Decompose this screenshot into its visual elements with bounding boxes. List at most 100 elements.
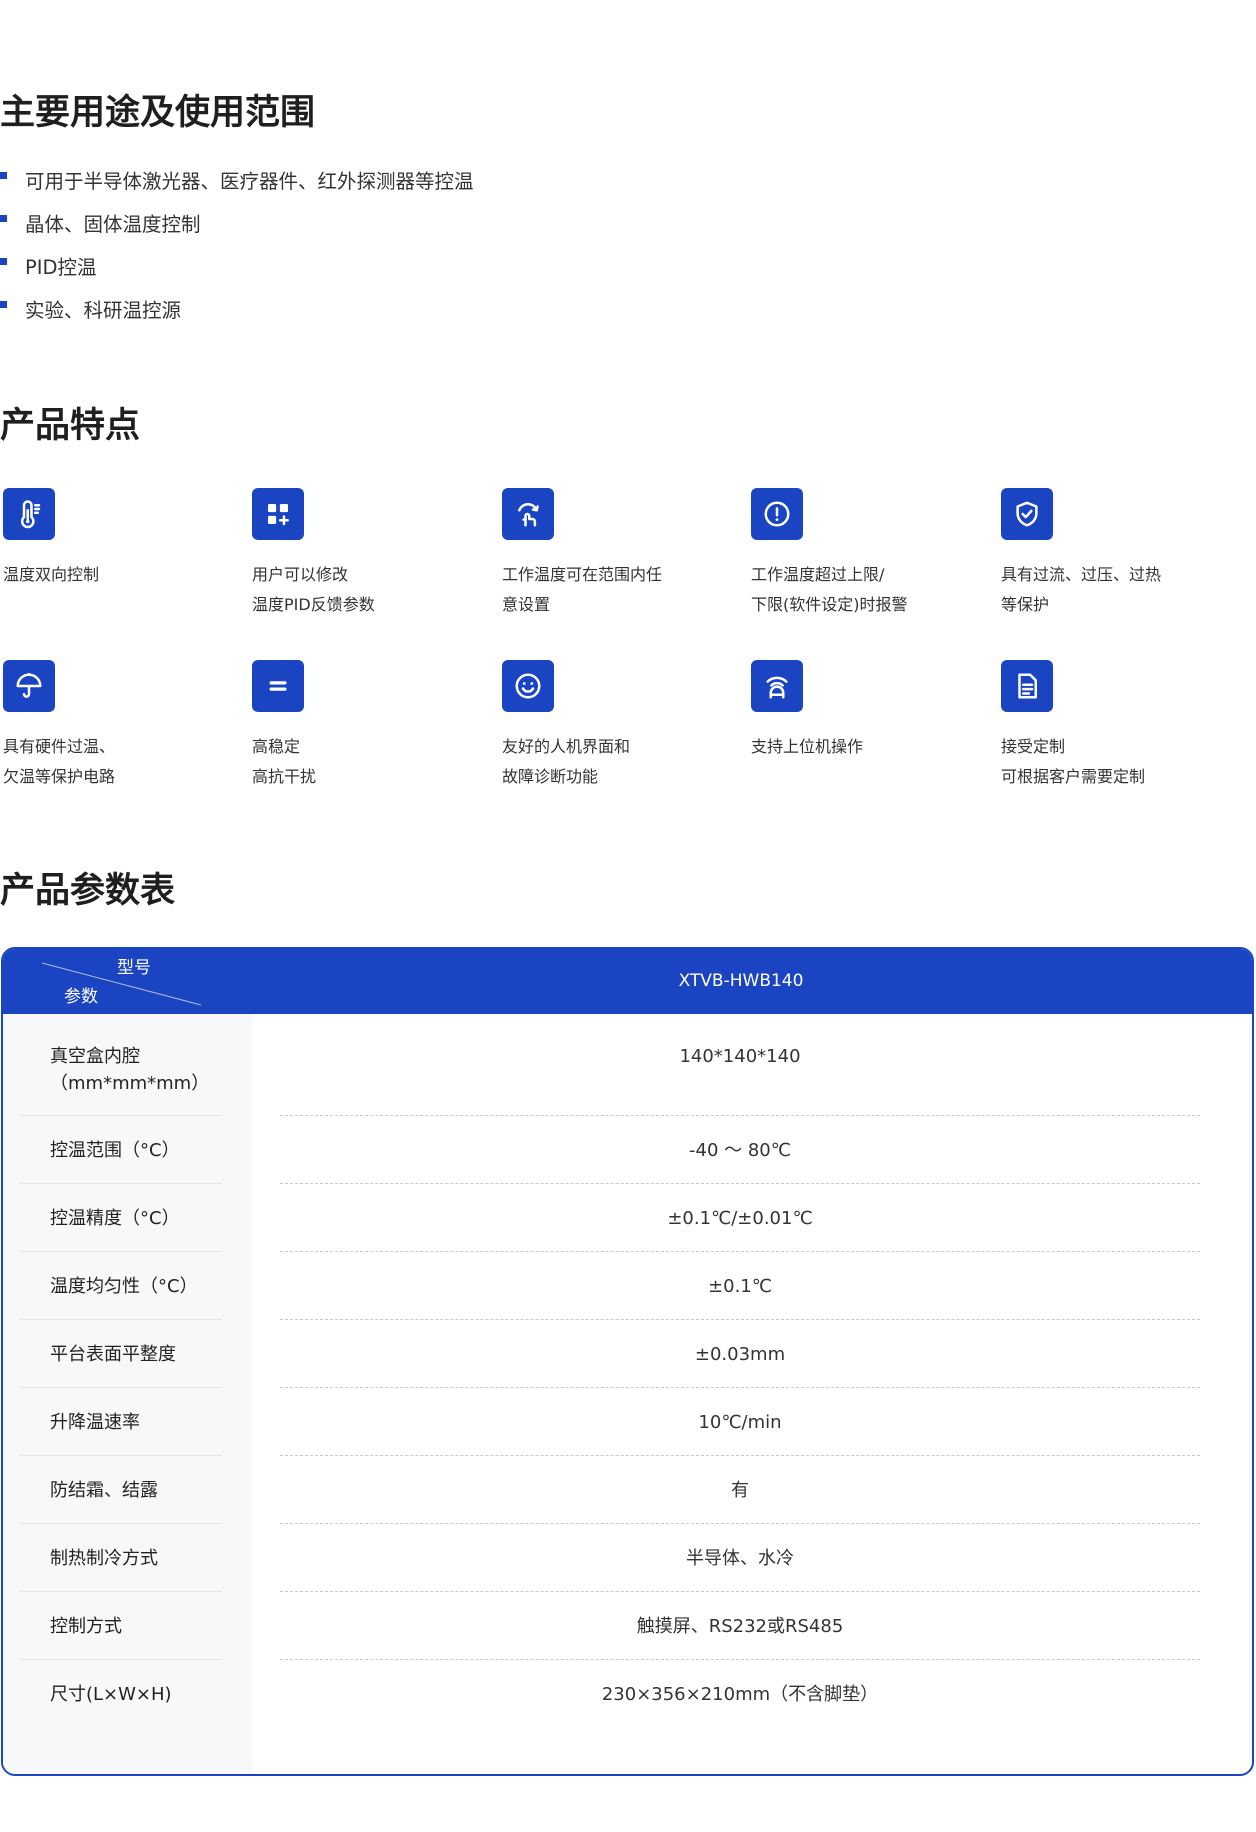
param-value: 140*140*140	[252, 1014, 1252, 1116]
param-label: 制热制冷方式	[50, 1548, 158, 1569]
feature-item: 工作温度超过上限/ 下限(软件设定)时报警	[751, 488, 991, 628]
param-label-cell: 防结霜、结露	[3, 1456, 252, 1524]
hand-gesture-icon	[502, 488, 554, 540]
usage-list: 可用于半导体激光器、医疗器件、红外探测器等控温 晶体、固体温度控制 PID控温 …	[0, 160, 474, 332]
header-model-name: XTVB-HWB140	[678, 971, 804, 991]
table-row: 升降温速率 10℃/min	[3, 1388, 1252, 1456]
table-row: 尺寸(L×W×H) 230×356×210mm（不含脚垫）	[3, 1660, 1252, 1774]
table-row: 防结霜、结露 有	[3, 1456, 1252, 1524]
bullet-square-icon	[0, 215, 7, 222]
feature-text: 温度双向控制	[3, 560, 99, 590]
param-label-cell: 升降温速率	[3, 1388, 252, 1456]
bullet-square-icon	[0, 172, 7, 179]
feature-text-line: 等保护	[1001, 595, 1050, 614]
param-value: ±0.1℃/±0.01℃	[252, 1184, 1252, 1252]
header-corner-cell: 型号 参数	[3, 949, 252, 1014]
feature-text: 具有硬件过温、 欠温等保护电路	[3, 732, 115, 792]
param-label: 控温范围（°C）	[50, 1140, 180, 1161]
param-value: 半导体、水冷	[252, 1524, 1252, 1592]
feature-text: 接受定制 可根据客户需要定制	[1001, 732, 1145, 792]
alert-circle-icon	[751, 488, 803, 540]
param-label: 真空盒内腔	[50, 1046, 140, 1067]
wireless-device-icon	[751, 660, 803, 712]
feature-text-line: 接受定制	[1001, 737, 1066, 756]
usage-item-text: PID控温	[25, 256, 97, 279]
feature-text-line: 故障诊断功能	[502, 767, 599, 786]
feature-text-line: 支持上位机操作	[751, 737, 864, 756]
feature-item: 友好的人机界面和 故障诊断功能	[502, 660, 742, 800]
feature-text: 用户可以修改 温度PID反馈参数	[252, 560, 375, 620]
param-value: ±0.03mm	[252, 1320, 1252, 1388]
feature-text-line: 工作温度超过上限/	[751, 565, 885, 584]
smile-icon	[502, 660, 554, 712]
feature-item: 支持上位机操作	[751, 660, 991, 800]
thermometer-icon	[3, 488, 55, 540]
feature-text: 工作温度超过上限/ 下限(软件设定)时报警	[751, 560, 908, 620]
feature-text-line: 高抗干扰	[252, 767, 317, 786]
usage-list-item: 可用于半导体激光器、医疗器件、红外探测器等控温	[0, 160, 474, 203]
usage-list-item: 晶体、固体温度控制	[0, 203, 474, 246]
header-param-label: 参数	[64, 987, 98, 1007]
param-label-cell: 控温范围（°C）	[3, 1116, 252, 1184]
table-row: 温度均匀性（°C） ±0.1℃	[3, 1252, 1252, 1320]
table-row: 控温精度（°C） ±0.1℃/±0.01℃	[3, 1184, 1252, 1252]
feature-text: 工作温度可在范围内任 意设置	[502, 560, 662, 620]
features-section-title: 产品特点	[0, 406, 141, 446]
feature-item: 具有硬件过温、 欠温等保护电路	[3, 660, 243, 800]
feature-text: 支持上位机操作	[751, 732, 863, 762]
param-label-cell: 控制方式	[3, 1592, 252, 1660]
feature-item: 工作温度可在范围内任 意设置	[502, 488, 742, 628]
feature-text-line: 意设置	[502, 595, 551, 614]
feature-item: 具有过流、过压、过热 等保护	[1001, 488, 1241, 628]
feature-text-line: 下限(软件设定)时报警	[751, 595, 908, 614]
param-value: ±0.1℃	[252, 1252, 1252, 1320]
param-value: 有	[252, 1456, 1252, 1524]
param-label-cell: 温度均匀性（°C）	[3, 1252, 252, 1320]
param-label-cell: 真空盒内腔 （mm*mm*mm）	[3, 1014, 252, 1116]
param-label-cell: 制热制冷方式	[3, 1524, 252, 1592]
usage-item-text: 晶体、固体温度控制	[25, 213, 201, 236]
param-label: （mm*mm*mm）	[50, 1073, 210, 1094]
usage-list-item: 实验、科研温控源	[0, 289, 474, 332]
usage-list-item: PID控温	[0, 246, 474, 289]
feature-item: 温度双向控制	[3, 488, 243, 628]
param-label: 平台表面平整度	[50, 1344, 176, 1365]
param-label-cell: 控温精度（°C）	[3, 1184, 252, 1252]
feature-text: 高稳定 高抗干扰	[252, 732, 316, 792]
param-label: 升降温速率	[50, 1412, 140, 1433]
feature-text-line: 温度双向控制	[3, 565, 100, 584]
table-row: 平台表面平整度 ±0.03mm	[3, 1320, 1252, 1388]
param-value: 10℃/min	[252, 1388, 1252, 1456]
param-value: 触摸屏、RS232或RS485	[252, 1592, 1252, 1660]
feature-item: 高稳定 高抗干扰	[252, 660, 492, 800]
param-label-cell: 尺寸(L×W×H)	[3, 1660, 252, 1774]
feature-text: 友好的人机界面和 故障诊断功能	[502, 732, 630, 792]
feature-text-line: 工作温度可在范围内任	[502, 565, 663, 584]
feature-text-line: 具有硬件过温、	[3, 737, 116, 756]
shield-check-icon	[1001, 488, 1053, 540]
params-table: 型号 参数 XTVB-HWB140 真空盒内腔 （mm*mm*mm） 140*1…	[1, 947, 1254, 1776]
feature-text-line: 温度PID反馈参数	[252, 595, 375, 614]
param-label: 控温精度（°C）	[50, 1208, 180, 1229]
usage-item-text: 可用于半导体激光器、医疗器件、红外探测器等控温	[25, 170, 474, 193]
umbrella-icon	[3, 660, 55, 712]
params-table-header: 型号 参数 XTVB-HWB140	[3, 949, 1252, 1014]
param-value: -40 ～ 80℃	[252, 1116, 1252, 1184]
bullet-square-icon	[0, 301, 7, 308]
params-table-body: 真空盒内腔 （mm*mm*mm） 140*140*140 控温范围（°C） -4…	[3, 1014, 1252, 1774]
bullet-square-icon	[0, 258, 7, 265]
table-row: 制热制冷方式 半导体、水冷	[3, 1524, 1252, 1592]
table-row: 控制方式 触摸屏、RS232或RS485	[3, 1592, 1252, 1660]
feature-text-line: 欠温等保护电路	[3, 767, 116, 786]
feature-text-line: 可根据客户需要定制	[1001, 767, 1146, 786]
feature-text-line: 友好的人机界面和	[502, 737, 631, 756]
feature-text: 具有过流、过压、过热 等保护	[1001, 560, 1161, 620]
grid-plus-icon	[252, 488, 304, 540]
feature-text-line: 用户可以修改	[252, 565, 349, 584]
param-value: 230×356×210mm（不含脚垫）	[601, 1684, 879, 1705]
equals-icon	[252, 660, 304, 712]
table-row: 控温范围（°C） -40 ～ 80℃	[3, 1116, 1252, 1184]
param-label: 温度均匀性（°C）	[50, 1276, 198, 1297]
document-icon	[1001, 660, 1053, 712]
feature-text-line: 具有过流、过压、过热	[1001, 565, 1162, 584]
